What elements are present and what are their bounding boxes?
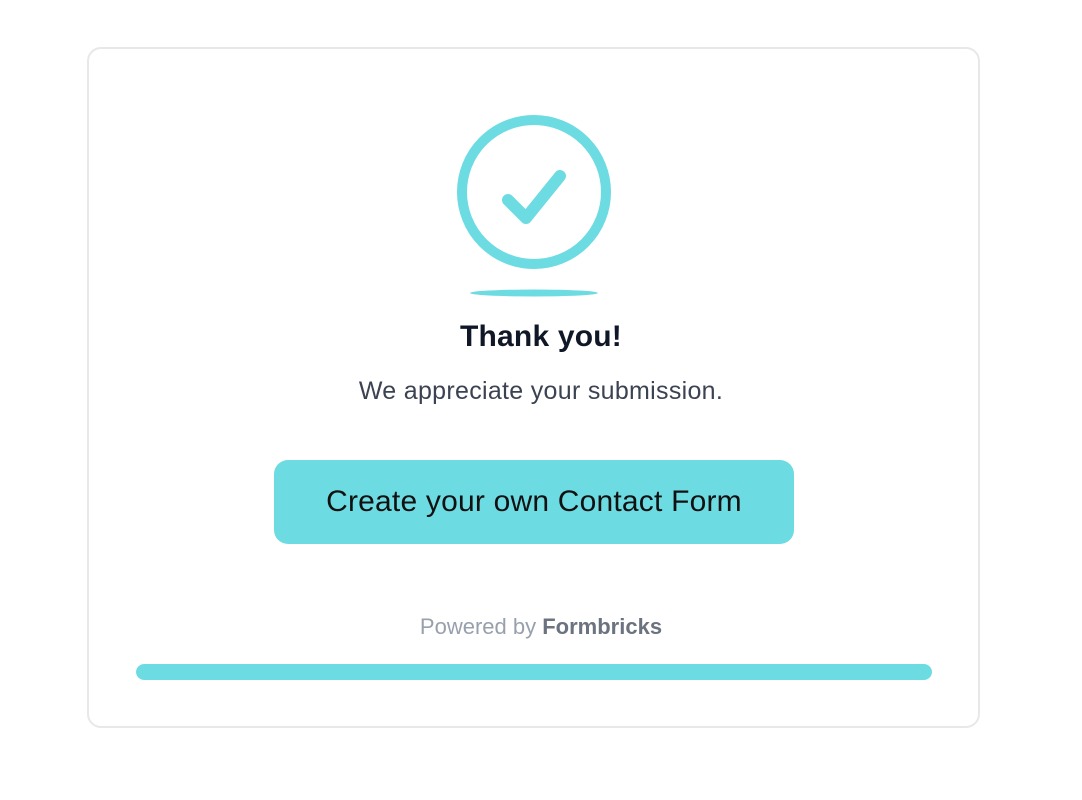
create-contact-form-button[interactable]: Create your own Contact Form	[274, 460, 794, 544]
formbricks-link[interactable]: Formbricks	[542, 614, 662, 639]
thank-you-subtitle: We appreciate your submission.	[358, 377, 724, 405]
progress-bar	[136, 664, 932, 680]
powered-by-footer: Powered by Formbricks	[0, 614, 1082, 640]
powered-by-label: Powered by	[419, 614, 537, 639]
thank-you-title: Thank you!	[459, 320, 622, 353]
check-circle-icon	[456, 114, 612, 300]
progress-bar-fill	[136, 664, 932, 680]
